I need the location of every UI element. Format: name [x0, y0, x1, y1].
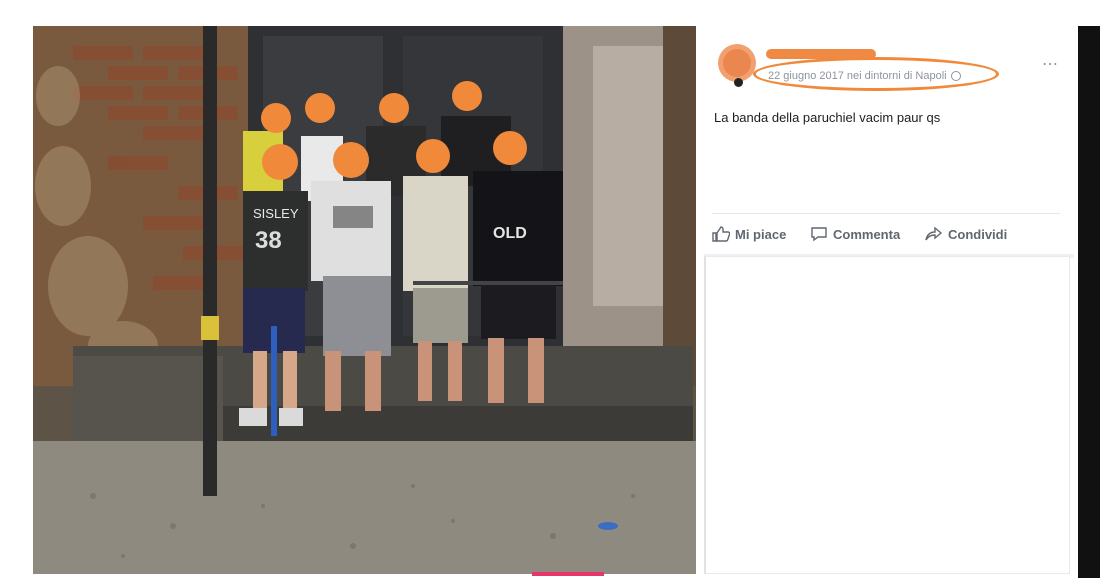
group-photo-illustration: SISLEY 38 OLD [33, 26, 696, 574]
share-button[interactable]: Condividi [925, 226, 1007, 242]
comment-label: Commenta [833, 226, 901, 242]
like-icon [712, 226, 730, 242]
post-photo[interactable]: SISLEY 38 OLD [33, 26, 696, 574]
avatar-status-dot [734, 78, 743, 87]
shirt-text-old: OLD [493, 225, 527, 242]
comments-area [704, 256, 1070, 574]
post-text: La banda della paruchiel vacim paur qs [714, 110, 941, 125]
share-label: Condividi [948, 226, 1008, 242]
comment-icon [811, 227, 827, 242]
shirt-text-number: 38 [255, 227, 282, 254]
avatar[interactable] [718, 44, 756, 82]
more-icon[interactable]: ⋯ [1042, 57, 1059, 73]
post-header: 22 giugno 2017 nei dintorni di Napoli ⋯ [712, 44, 1067, 94]
comment-button[interactable]: Commenta [810, 226, 900, 242]
annotation-highlight-ellipse [753, 57, 999, 91]
post-sidebar: 22 giugno 2017 nei dintorni di Napoli ⋯ … [704, 26, 1074, 574]
shirt-text-sisley: SISLEY [253, 206, 299, 221]
facebook-post-screenshot: SISLEY 38 OLD 22 giugno 2017 nei dintorn… [0, 0, 1100, 585]
post-actions: Mi piace Commenta Condividi [712, 213, 1060, 256]
share-icon [925, 226, 943, 241]
like-label: Mi piace [735, 226, 787, 242]
like-button[interactable]: Mi piace [712, 226, 786, 242]
photo-accent-bar [532, 572, 604, 576]
window-edge-bar [1078, 26, 1100, 578]
